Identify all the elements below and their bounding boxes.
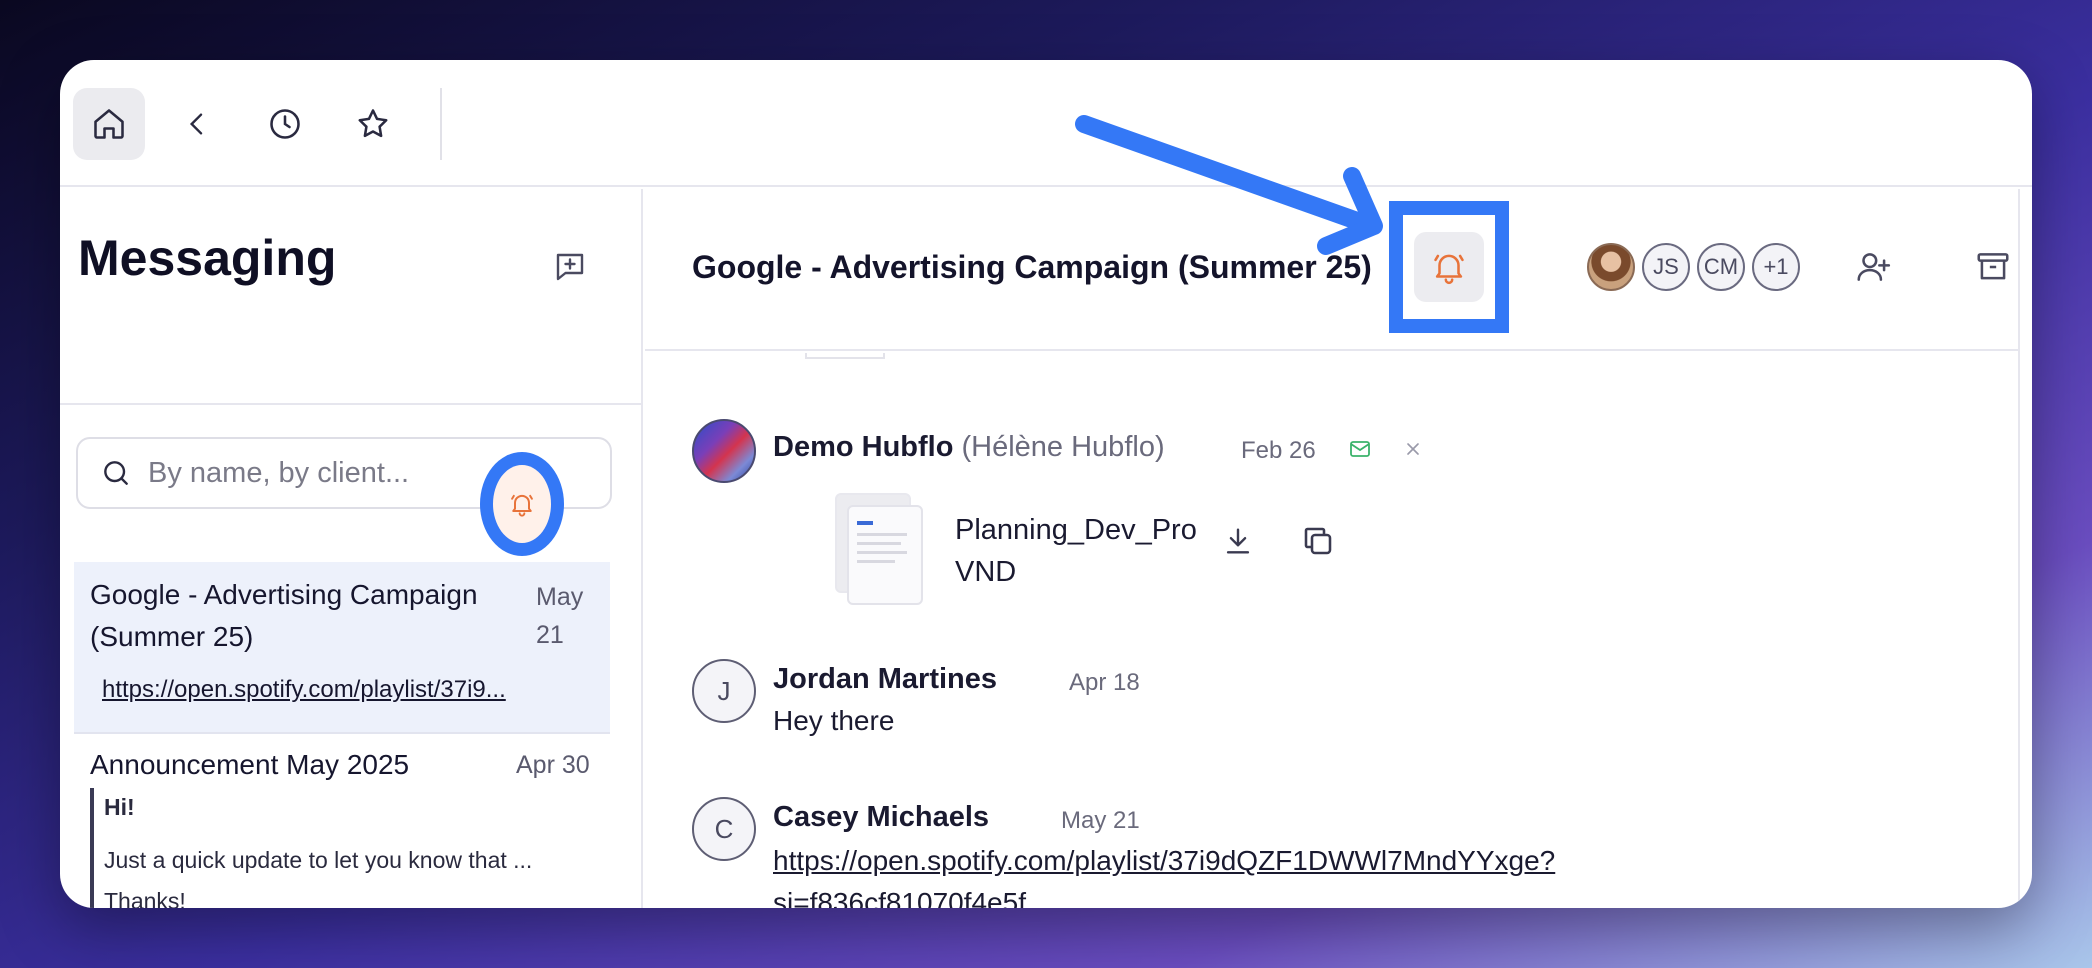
message-date: Apr 18 xyxy=(1069,669,1140,696)
sender-avatar: J xyxy=(692,659,756,723)
download-icon xyxy=(1226,528,1250,554)
message-date: Feb 26 xyxy=(1241,437,1316,464)
conversation-date-cont: 21 xyxy=(536,621,564,649)
star-icon xyxy=(358,109,388,138)
author-subname: (Hélène Hubflo) xyxy=(961,431,1165,463)
conversation-date: May xyxy=(536,583,584,611)
participant-avatar[interactable]: CM xyxy=(1697,243,1745,291)
message-link[interactable]: https://open.spotify.com/playlist/37i9dQ… xyxy=(773,845,1555,877)
bell-ringing-icon xyxy=(511,494,533,517)
conversation-title: Announcement May 2025 xyxy=(90,749,410,780)
clock-icon xyxy=(270,109,300,139)
chevron-left-icon xyxy=(189,113,203,135)
file-name[interactable]: Planning_Dev_Pro VND xyxy=(955,509,1197,593)
conversation-item-announcement[interactable]: Announcement May 2025 Apr 30 Hi! Just a … xyxy=(74,734,610,908)
conversation-item-google[interactable]: Google - Advertising Campaign (Summer 25… xyxy=(74,562,610,734)
new-message-icon xyxy=(556,253,584,281)
bell-ringing-icon xyxy=(1434,254,1464,285)
toolbar-divider xyxy=(440,88,442,160)
muted-indicator-highlight xyxy=(480,452,564,556)
conversation-preview-link[interactable]: https://open.spotify.com/playlist/37i9..… xyxy=(102,676,542,704)
new-message-button[interactable] xyxy=(548,245,592,289)
preview-line: Thanks! xyxy=(104,888,186,908)
app-window: Messaging Google - Advertising Campaign … xyxy=(60,60,2032,908)
add-participant-button[interactable] xyxy=(1851,245,1895,289)
message-link-cont[interactable]: si=f836cf81070f4e5f xyxy=(773,887,1026,908)
download-button[interactable] xyxy=(1216,519,1260,563)
mute-notifications-button[interactable] xyxy=(1414,232,1484,302)
search-icon xyxy=(104,461,128,485)
file-name-line: Planning_Dev_Pro xyxy=(955,514,1197,546)
muted-indicator[interactable] xyxy=(493,465,551,543)
home-button[interactable] xyxy=(73,88,145,160)
home-icon xyxy=(94,109,124,139)
sender-avatar: C xyxy=(692,797,756,861)
file-thumbnail[interactable] xyxy=(847,505,923,605)
copy-icon xyxy=(1304,527,1332,555)
file-name-line: VND xyxy=(955,556,1017,588)
mute-notifications-button-highlight xyxy=(1389,201,1509,333)
favorites-button[interactable] xyxy=(337,88,409,160)
user-plus-icon xyxy=(1857,253,1891,281)
participants-more[interactable]: +1 xyxy=(1752,243,1800,291)
archive-icon xyxy=(1977,253,2009,280)
page-title: Messaging xyxy=(78,230,337,286)
participant-avatar[interactable]: JS xyxy=(1642,243,1690,291)
copy-button[interactable] xyxy=(1296,519,1340,563)
chat-panel: Google - Advertising Campaign (Summer 25… xyxy=(645,189,2020,908)
messaging-sidebar: Messaging Google - Advertising Campaign … xyxy=(60,189,643,908)
message-author: Demo Hubflo (Hélène Hubflo) xyxy=(773,431,1165,464)
chat-header: Google - Advertising Campaign (Summer 25… xyxy=(645,189,2018,351)
top-toolbar xyxy=(60,60,2032,187)
sender-avatar xyxy=(692,419,756,483)
message-author: Jordan Martines xyxy=(773,663,997,695)
back-button[interactable] xyxy=(161,88,233,160)
participant-avatar-photo[interactable] xyxy=(1587,243,1635,291)
message-text: Hey there xyxy=(773,705,895,736)
message-author: Casey Michaels xyxy=(773,801,990,833)
conversation-title: Google - Advertising Campaign xyxy=(90,579,478,610)
chat-title: Google - Advertising Campaign (Summer 25… xyxy=(692,249,1372,285)
history-button[interactable] xyxy=(249,88,321,160)
sidebar-divider xyxy=(60,403,641,405)
conversation-title-cont: (Summer 25) xyxy=(90,621,254,652)
preview-line: Just a quick update to let you know that… xyxy=(104,847,533,873)
preview-heading: Hi! xyxy=(104,794,135,820)
message-list[interactable]: Demo Hubflo (Hélène Hubflo) Feb 26 Plann… xyxy=(645,353,2018,908)
conversation-date: Apr 30 xyxy=(516,751,590,779)
close-icon[interactable] xyxy=(1403,439,1423,463)
email-icon xyxy=(1348,437,1372,465)
author-name: Demo Hubflo xyxy=(773,431,954,463)
message-date: May 21 xyxy=(1061,807,1140,834)
archive-button[interactable] xyxy=(1971,245,2015,289)
conversation-preview: Hi! Just a quick update to let you know … xyxy=(90,788,590,908)
previous-attachment-edge xyxy=(805,353,885,359)
